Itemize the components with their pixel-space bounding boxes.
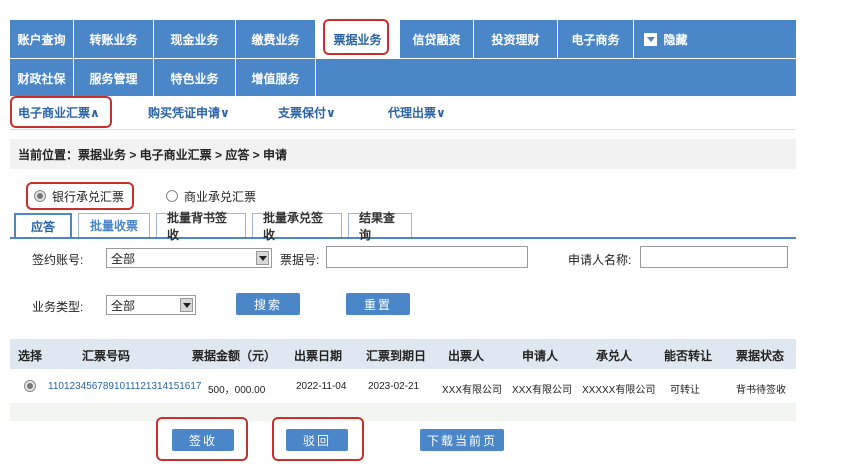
radio-unselected-icon (166, 190, 178, 202)
sub-navigation: 电子商业汇票∧ 购买凭证申请∨ 支票保付∨ 代理出票∨ (10, 96, 796, 130)
breadcrumb: 当前位置：票据业务 > 电子商业汇票 > 应答 > 申请 (10, 139, 796, 169)
biz-type-label: 业务类型: (32, 300, 84, 314)
nav-ecommerce[interactable]: 电子商务 (558, 20, 634, 58)
reject-button[interactable]: 驳回 (286, 429, 348, 451)
col-transferable: 能否转让 (664, 349, 713, 363)
bill-no-label: 票据号: (280, 253, 320, 267)
tab-batch-endorse-sign[interactable]: 批量背书签收 (156, 211, 246, 242)
col-applicant: 申请人 (522, 349, 559, 363)
tab-bar: 应答 批量收票 批量背书签收 批量承兑签收 结果查询 (10, 211, 796, 242)
subnav-check-guarantee[interactable]: 支票保付∨ (278, 104, 336, 121)
col-acceptor: 承兑人 (596, 349, 633, 363)
download-page-button[interactable]: 下载当前页 (420, 429, 504, 451)
table-header: 选择 汇票号码 票据金额（元） 出票日期 汇票到期日 出票人 申请人 承兑人 能… (10, 339, 796, 369)
app: 账户查询 转账业务 现金业务 缴费业务 票据业务 信贷融资 投资理财 电子商务 … (10, 19, 796, 471)
col-due-date: 汇票到期日 (366, 349, 427, 363)
subnav-e-commercial-bill[interactable]: 电子商业汇票∧ (18, 104, 100, 121)
nav-account-query[interactable]: 账户查询 (10, 20, 74, 58)
nav-value-added[interactable]: 增值服务 (236, 59, 316, 97)
account-label: 签约账号: (32, 253, 84, 267)
biz-type-select-value: 全部 (111, 298, 136, 313)
cell-acceptor: XXXXX有限公司 (582, 385, 656, 396)
cell-drawer: XXX有限公司 (442, 385, 503, 396)
tab-respond[interactable]: 应答 (14, 213, 72, 237)
col-select: 选择 (18, 349, 43, 363)
top-navigation: 账户查询 转账业务 现金业务 缴费业务 票据业务 信贷融资 投资理财 电子商务 … (10, 19, 796, 97)
nav-credit[interactable]: 信贷融资 (400, 20, 474, 58)
account-select-value: 全部 (111, 251, 136, 266)
account-select[interactable]: 全部 (106, 248, 272, 268)
nav-bill-business[interactable]: 票据业务 (316, 20, 400, 58)
cell-applicant: XXX有限公司 (512, 385, 573, 396)
tab-batch-receive[interactable]: 批量收票 (78, 213, 150, 237)
nav-transfer[interactable]: 转账业务 (74, 20, 154, 58)
nav-row-2: 财政社保 服务管理 特色业务 增值服务 (10, 58, 796, 97)
cell-transferable: 可转让 (670, 385, 700, 396)
nav-special[interactable]: 特色业务 (154, 59, 236, 97)
radio-commercial-acceptance[interactable]: 商业承兑汇票 (166, 188, 256, 205)
subnav-voucher-apply[interactable]: 购买凭证申请∨ (148, 104, 230, 121)
nav-investment[interactable]: 投资理财 (474, 20, 558, 58)
search-button[interactable]: 搜索 (236, 293, 300, 315)
nav-service-mgmt[interactable]: 服务管理 (74, 59, 154, 97)
cell-issue-date: 2022-11-04 (296, 381, 347, 392)
radio-bank-acceptance[interactable]: 银行承兑汇票 (34, 188, 124, 205)
applicant-label: 申请人名称: (568, 253, 632, 267)
nav-cash[interactable]: 现金业务 (154, 20, 236, 58)
bill-type-radio-group: 银行承兑汇票 商业承兑汇票 (10, 179, 796, 213)
bill-no-input[interactable] (326, 246, 528, 268)
radio-commercial-label: 商业承兑汇票 (184, 189, 257, 204)
cell-status: 背书待签收 (736, 385, 786, 396)
col-drawer: 出票人 (448, 349, 485, 363)
radio-selected-icon (34, 190, 46, 202)
bill-table: 选择 汇票号码 票据金额（元） 出票日期 汇票到期日 出票人 申请人 承兑人 能… (10, 339, 796, 421)
reset-button[interactable]: 重置 (346, 293, 410, 315)
chevron-down-icon (180, 298, 193, 312)
sign-button[interactable]: 签收 (172, 429, 234, 451)
row-radio-icon[interactable] (24, 380, 36, 392)
cell-bill-no[interactable]: 110123456789101112131415161​7 (48, 381, 202, 392)
dropdown-icon (644, 32, 658, 46)
table-footer (10, 403, 796, 421)
col-amount: 票据金额（元） (192, 349, 277, 363)
cell-due-date: 2023-02-21 (368, 381, 420, 392)
applicant-input[interactable] (640, 246, 788, 268)
tab-result-query[interactable]: 结果查询 (348, 211, 412, 242)
biz-type-select[interactable]: 全部 (106, 295, 196, 315)
nav-row-1: 账户查询 转账业务 现金业务 缴费业务 票据业务 信贷融资 投资理财 电子商务 … (10, 20, 796, 58)
nav-payment[interactable]: 缴费业务 (236, 20, 316, 58)
nav-finance-social[interactable]: 财政社保 (10, 59, 74, 97)
tab-batch-accept-sign[interactable]: 批量承兑签收 (252, 211, 342, 242)
radio-bank-label: 银行承兑汇票 (52, 189, 125, 204)
cell-amount: 500，000.00 (208, 385, 266, 396)
nav-hide-label: 隐藏 (663, 32, 688, 47)
col-issue-date: 出票日期 (294, 349, 343, 363)
search-form: 签约账号: 全部 票据号: 申请人名称: 业务类型: 全部 搜索 重置 (10, 239, 796, 331)
col-bill-no: 汇票号码 (82, 349, 131, 363)
col-status: 票据状态 (736, 349, 785, 363)
table-row[interactable]: 110123456789101112131415161​7 500，000.00… (10, 369, 796, 403)
subnav-agent-issue[interactable]: 代理出票∨ (388, 104, 446, 121)
chevron-down-icon (256, 251, 269, 265)
nav-hide[interactable]: 隐藏 (634, 20, 698, 58)
action-bar: 签收 驳回 下载当前页 (10, 417, 796, 471)
